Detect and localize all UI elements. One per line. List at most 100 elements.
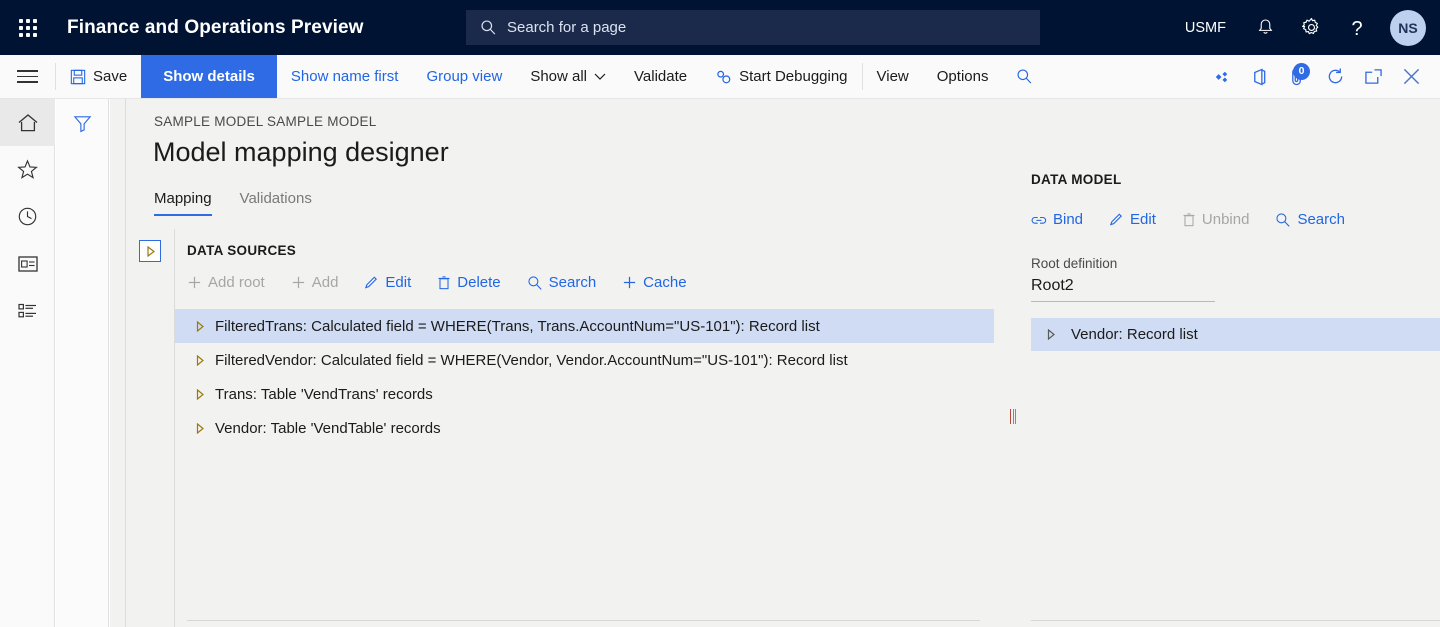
home-icon — [17, 113, 39, 133]
global-search-input[interactable]: Search for a page — [466, 10, 1040, 45]
list-item-label: Trans: Table 'VendTrans' records — [215, 385, 433, 403]
data-sources-expander-button[interactable] — [139, 240, 161, 262]
tab-mapping[interactable]: Mapping — [154, 190, 212, 216]
group-view-button[interactable]: Group view — [412, 55, 516, 98]
top-navigation-bar: Finance and Operations Preview Search fo… — [0, 0, 1440, 55]
user-avatar[interactable]: NS — [1390, 9, 1426, 46]
svg-text:?: ? — [1351, 18, 1362, 39]
settings-gear-icon[interactable] — [1288, 0, 1334, 55]
save-button[interactable]: Save — [56, 55, 141, 98]
sidebar-item-workspaces[interactable] — [0, 240, 55, 287]
pane-splitter-handle[interactable] — [1010, 409, 1017, 424]
list-item[interactable]: Vendor: Record list — [1031, 318, 1440, 351]
search-button[interactable]: Search — [527, 270, 609, 295]
app-launcher-waffle-button[interactable] — [0, 0, 55, 55]
trash-icon — [1182, 212, 1196, 227]
expand-right-triangle-icon[interactable] — [187, 320, 213, 332]
show-all-label: Show all — [530, 68, 588, 85]
sidebar-item-favorites[interactable] — [0, 146, 55, 193]
navigation-menu-button[interactable] — [0, 55, 55, 98]
trash-icon — [437, 275, 451, 290]
edit-button[interactable]: Edit — [364, 270, 423, 295]
data-model-pane: DATA MODEL Bind Edit Unbind Search Root … — [1031, 172, 1440, 627]
filter-button[interactable] — [56, 99, 109, 147]
data-model-bottom-divider — [1031, 620, 1440, 621]
refresh-icon[interactable] — [1316, 55, 1354, 99]
personalize-diamonds-icon[interactable] — [1202, 55, 1240, 99]
company-selector[interactable]: USMF — [1169, 20, 1242, 36]
search-icon — [527, 275, 543, 291]
sidebar-item-recent[interactable] — [0, 193, 55, 240]
data-sources-bottom-divider — [187, 620, 980, 621]
sidebar-item-modules[interactable] — [0, 287, 55, 334]
bind-button[interactable]: Bind — [1031, 207, 1095, 232]
search-icon — [1275, 212, 1291, 228]
attachments-icon[interactable]: 0 — [1278, 55, 1316, 99]
cache-button[interactable]: Cache — [622, 270, 698, 295]
save-disk-icon — [70, 69, 86, 85]
notifications-bell-icon[interactable] — [1242, 0, 1288, 55]
page-tabs: Mapping Validations — [154, 190, 312, 216]
root-definition-label: Root definition — [1031, 256, 1118, 271]
view-button[interactable]: View — [863, 55, 923, 98]
cache-label: Cache — [643, 274, 687, 291]
recent-clock-icon — [17, 206, 38, 227]
waffle-grid-icon — [18, 18, 37, 37]
unbind-button[interactable]: Unbind — [1182, 207, 1262, 232]
list-item[interactable]: FilteredVendor: Calculated field = WHERE… — [175, 343, 994, 377]
global-search-placeholder: Search for a page — [507, 19, 627, 36]
search-label: Search — [548, 274, 597, 291]
list-item-label: FilteredTrans: Calculated field = WHERE(… — [215, 317, 820, 335]
command-search-button[interactable] — [1002, 55, 1047, 98]
options-button[interactable]: Options — [923, 55, 1003, 98]
plus-icon — [291, 275, 306, 290]
app-title: Finance and Operations Preview — [67, 16, 364, 38]
list-item[interactable]: Trans: Table 'VendTrans' records — [175, 377, 994, 411]
data-model-edit-button[interactable]: Edit — [1109, 207, 1168, 232]
data-sources-box: DATA SOURCES Add root Add Edit Delete Se… — [174, 229, 994, 627]
list-item[interactable]: Vendor: Table 'VendTable' records — [175, 411, 994, 445]
start-debugging-label: Start Debugging — [739, 68, 848, 85]
close-icon[interactable] — [1392, 55, 1430, 99]
chevron-down-icon — [594, 72, 606, 81]
root-definition-input[interactable]: Root2 — [1031, 277, 1215, 302]
add-button[interactable]: Add — [291, 270, 351, 295]
show-details-button[interactable]: Show details — [141, 55, 277, 98]
help-question-icon[interactable]: ? — [1334, 0, 1380, 55]
save-label: Save — [93, 68, 128, 85]
search-icon — [1016, 68, 1033, 85]
show-all-dropdown[interactable]: Show all — [516, 55, 620, 98]
expand-right-triangle-icon[interactable] — [1031, 329, 1071, 340]
delete-label: Delete — [457, 274, 501, 291]
workspaces-icon — [17, 255, 39, 273]
expand-right-triangle-icon[interactable] — [187, 354, 213, 366]
data-model-search-button[interactable]: Search — [1275, 207, 1357, 232]
office-app-icon[interactable] — [1240, 55, 1278, 99]
expand-right-triangle-icon[interactable] — [187, 388, 213, 400]
add-label: Add — [311, 274, 339, 291]
add-root-button[interactable]: Add root — [187, 270, 277, 295]
data-sources-header: DATA SOURCES — [187, 243, 297, 258]
delete-button[interactable]: Delete — [437, 270, 512, 295]
left-navigation-rail — [0, 99, 55, 627]
list-item-label: FilteredVendor: Calculated field = WHERE… — [215, 351, 848, 369]
unbind-label: Unbind — [1201, 211, 1250, 228]
show-name-first-button[interactable]: Show name first — [277, 55, 413, 98]
start-debugging-button[interactable]: Start Debugging — [701, 55, 861, 98]
search-icon — [480, 19, 497, 36]
list-item-label: Vendor: Table 'VendTable' records — [215, 419, 441, 437]
expand-right-triangle-icon[interactable] — [187, 422, 213, 434]
filter-funnel-icon — [72, 113, 93, 134]
plus-icon — [622, 275, 637, 290]
data-model-tree: Vendor: Record list — [1031, 318, 1440, 351]
data-model-header: DATA MODEL — [1031, 172, 1122, 187]
validate-button[interactable]: Validate — [620, 55, 701, 98]
list-item[interactable]: FilteredTrans: Calculated field = WHERE(… — [175, 309, 994, 343]
link-icon — [1031, 213, 1047, 227]
open-in-new-window-icon[interactable] — [1354, 55, 1392, 99]
tab-validations[interactable]: Validations — [240, 190, 312, 216]
sidebar-item-home[interactable] — [0, 99, 55, 146]
bind-label: Bind — [1053, 211, 1084, 228]
list-item-label: Vendor: Record list — [1071, 326, 1198, 343]
attachments-count-badge: 0 — [1293, 62, 1310, 80]
